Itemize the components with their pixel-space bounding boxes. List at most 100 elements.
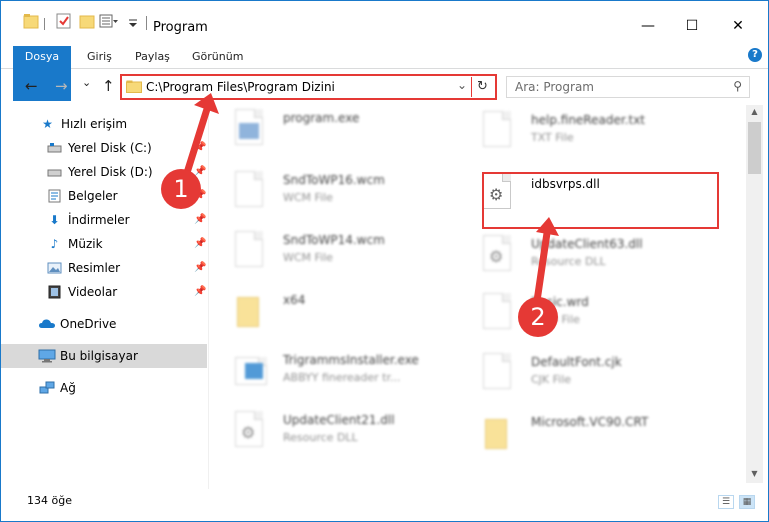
file-name: UpdateClient63.dll bbox=[531, 237, 643, 251]
text-file-icon bbox=[483, 111, 515, 151]
search-icon[interactable]: ⚲ bbox=[733, 79, 742, 93]
tab-share[interactable]: Paylaş bbox=[131, 46, 174, 68]
sidebar-item-label: Videolar bbox=[68, 285, 118, 299]
sidebar-item-label: Bu bilgisayar bbox=[60, 349, 138, 363]
folder-icon bbox=[483, 413, 515, 453]
sidebar-item-label: Hızlı erişim bbox=[61, 117, 128, 131]
navigation-bar: ← → ⌄ ↑ C:\Program Files\Program Dizini … bbox=[1, 71, 768, 103]
recent-locations-button[interactable]: ⌄ bbox=[82, 76, 91, 89]
sidebar-item-downloads[interactable]: ⬇ İndirmeler 📌 bbox=[1, 208, 207, 232]
navigation-pane: ★ Hızlı erişim Yerel Disk (C:) 📌 Yerel D… bbox=[1, 105, 209, 489]
file-name: help.fineReader.txt bbox=[531, 113, 645, 127]
ribbon-tabs: Dosya Giriş Paylaş Görünüm ? bbox=[1, 44, 768, 101]
file-type: ABBYY finereader tr... bbox=[283, 371, 401, 384]
pin-icon[interactable]: 📌 bbox=[194, 286, 206, 297]
file-name: x64 bbox=[283, 293, 306, 307]
properties-icon[interactable] bbox=[56, 12, 72, 30]
file-name: TrigrammsInstaller.exe bbox=[283, 353, 419, 367]
maximize-button[interactable]: ☐ bbox=[669, 11, 715, 41]
file-item[interactable]: program.exe bbox=[211, 105, 451, 158]
drive-icon bbox=[47, 169, 62, 177]
address-bar[interactable]: C:\Program Files\Program Dizini ⌄ ↻ bbox=[120, 74, 497, 100]
tab-home[interactable]: Giriş bbox=[83, 46, 116, 68]
vertical-scrollbar[interactable]: ▲ ▼ bbox=[746, 105, 763, 483]
sidebar-item-network[interactable]: Ağ bbox=[1, 376, 207, 400]
scroll-down-icon[interactable]: ▼ bbox=[746, 469, 763, 481]
scroll-up-icon[interactable]: ▲ bbox=[746, 107, 763, 119]
address-path[interactable]: C:\Program Files\Program Dizini bbox=[146, 80, 335, 94]
search-box[interactable]: Ara: Program ⚲ bbox=[506, 76, 750, 98]
customize-qa-icon[interactable] bbox=[99, 12, 119, 30]
sidebar-item-label: Belgeler bbox=[68, 189, 118, 203]
file-item[interactable]: SndToWP14.wcm WCM File bbox=[211, 225, 451, 280]
sidebar-item-local-disk-c[interactable]: Yerel Disk (C:) 📌 bbox=[1, 136, 207, 160]
file-explorer-window: Program — ☐ ✕ Dosya Giriş Paylaş Görünüm… bbox=[0, 0, 769, 522]
back-button[interactable]: ← bbox=[25, 77, 38, 95]
folder-icon bbox=[23, 14, 39, 29]
star-icon: ★ bbox=[42, 117, 53, 131]
file-type: TXT File bbox=[531, 131, 574, 144]
file-type: CJK File bbox=[531, 373, 572, 386]
target-file-highlight bbox=[482, 172, 719, 229]
file-item[interactable]: Basic.wrd WRD File bbox=[459, 287, 699, 342]
music-icon: ♪ bbox=[50, 237, 59, 251]
file-name: SndToWP14.wcm bbox=[283, 233, 385, 247]
sidebar-item-onedrive[interactable]: OneDrive bbox=[1, 312, 207, 336]
document-file-icon bbox=[235, 231, 267, 271]
folder-item[interactable]: x64 bbox=[211, 285, 451, 340]
item-count: 134 öğe bbox=[27, 494, 72, 507]
pin-icon[interactable]: 📌 bbox=[194, 262, 206, 273]
document-file-icon bbox=[235, 171, 267, 211]
drive-icon bbox=[47, 143, 62, 153]
sidebar-item-pictures[interactable]: Resimler 📌 bbox=[1, 256, 207, 280]
exe-file-icon bbox=[235, 109, 267, 149]
pin-icon[interactable]: 📌 bbox=[194, 214, 206, 225]
pin-icon[interactable]: 📌 bbox=[194, 238, 206, 249]
sidebar-item-label: Yerel Disk (C:) bbox=[68, 141, 152, 155]
file-type: WCM File bbox=[283, 191, 333, 204]
sidebar-item-label: Ağ bbox=[60, 381, 76, 395]
file-item[interactable]: ⚙ UpdateClient21.dll Resource DLL bbox=[211, 405, 451, 460]
close-button[interactable]: ✕ bbox=[715, 11, 761, 41]
documents-icon bbox=[48, 189, 61, 203]
file-item[interactable]: ⚙ UpdateClient63.dll Resource DLL bbox=[459, 229, 699, 284]
help-icon[interactable]: ? bbox=[748, 48, 762, 62]
sidebar-item-label: Yerel Disk (D:) bbox=[68, 165, 153, 179]
tab-view[interactable]: Görünüm bbox=[188, 46, 247, 68]
sidebar-item-this-pc[interactable]: Bu bilgisayar bbox=[1, 344, 207, 368]
sidebar-item-videos[interactable]: Videolar 📌 bbox=[1, 280, 207, 304]
large-icons-view-icon[interactable]: ▦ bbox=[739, 495, 755, 509]
file-name: Microsoft.VC90.CRT bbox=[531, 415, 649, 429]
up-button[interactable]: ↑ bbox=[102, 77, 115, 95]
sidebar-item-label: İndirmeler bbox=[68, 213, 130, 227]
computer-icon bbox=[38, 349, 56, 363]
file-type: Resource DLL bbox=[283, 431, 358, 444]
file-item[interactable]: help.fineReader.txt TXT File bbox=[459, 105, 699, 160]
scroll-thumb[interactable] bbox=[748, 122, 761, 174]
file-name: program.exe bbox=[283, 111, 360, 125]
file-item[interactable]: TrigrammsInstaller.exe ABBYY finereader … bbox=[211, 345, 451, 400]
file-name: DefaultFont.cjk bbox=[531, 355, 622, 369]
folder-item[interactable]: Microsoft.VC90.CRT bbox=[459, 407, 699, 462]
address-dropdown-icon[interactable]: ⌄ bbox=[457, 78, 467, 92]
folder-icon bbox=[235, 291, 267, 331]
file-item[interactable]: DefaultFont.cjk CJK File bbox=[459, 347, 699, 402]
pin-icon[interactable]: 📌 bbox=[194, 142, 206, 153]
sidebar-item-quick-access[interactable]: ★ Hızlı erişim bbox=[1, 112, 207, 136]
sidebar-item-music[interactable]: ♪ Müzik 📌 bbox=[1, 232, 207, 256]
new-folder-icon[interactable] bbox=[79, 12, 95, 30]
minimize-button[interactable]: — bbox=[625, 11, 671, 41]
file-item[interactable]: SndToWP16.wcm WCM File bbox=[211, 165, 451, 220]
status-bar: 134 öğe ☰ ▦ bbox=[1, 489, 768, 513]
file-list: program.exe SndToWP16.wcm WCM File SndTo… bbox=[211, 105, 746, 483]
dll-file-icon: ⚙ bbox=[235, 411, 267, 451]
refresh-button[interactable]: ↻ bbox=[471, 77, 493, 97]
step-marker-2: 2 bbox=[518, 297, 558, 337]
file-type: WCM File bbox=[283, 251, 333, 264]
step-marker-1: 1 bbox=[161, 169, 201, 209]
title-separator bbox=[146, 16, 147, 30]
videos-icon bbox=[48, 285, 61, 299]
qa-dropdown-icon[interactable] bbox=[127, 12, 139, 30]
details-view-icon[interactable]: ☰ bbox=[718, 495, 734, 509]
forward-button[interactable]: → bbox=[55, 77, 68, 95]
